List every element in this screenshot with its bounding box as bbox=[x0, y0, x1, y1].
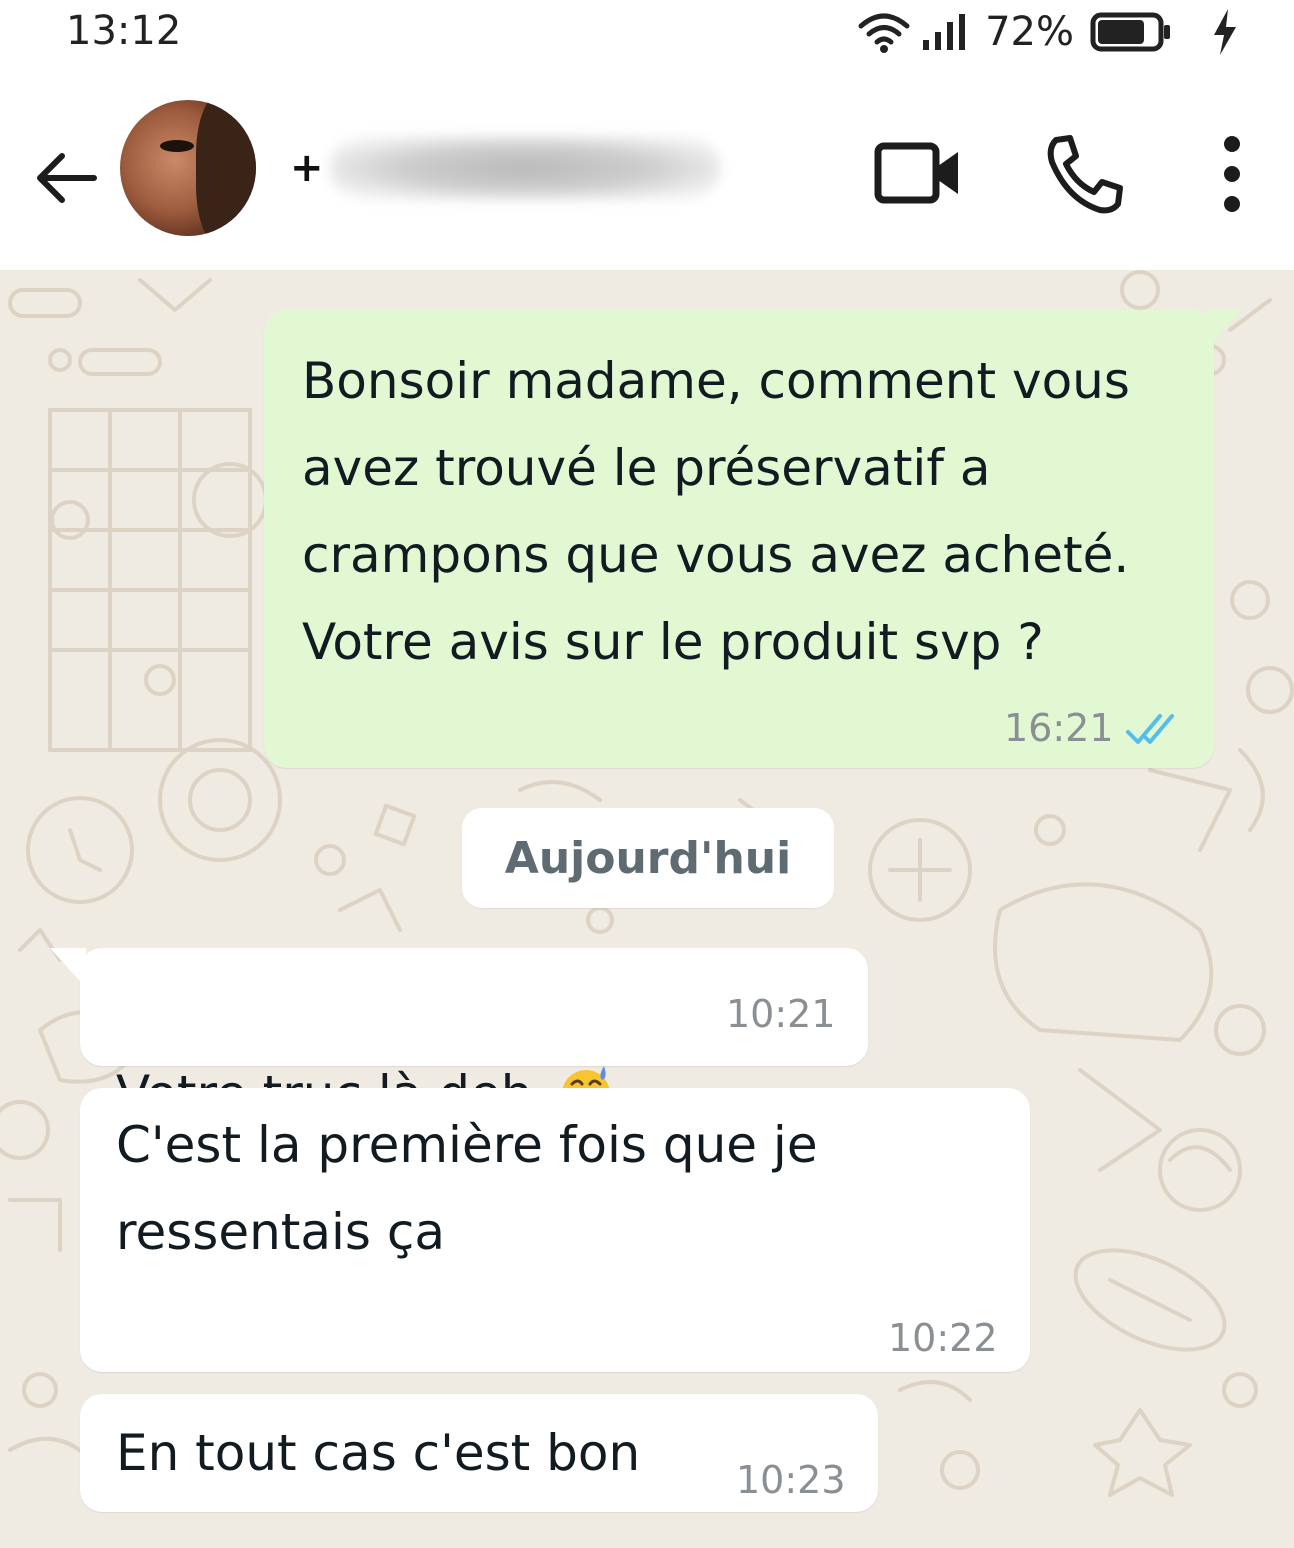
chat-area[interactable]: Bonsoir madame, comment vous avez trouvé… bbox=[0, 270, 1294, 1548]
message-time: 10:23 bbox=[736, 1458, 846, 1502]
incoming-message[interactable]: C'est la première fois que je ressentais… bbox=[80, 1088, 1030, 1372]
double-check-read-icon bbox=[1126, 714, 1174, 744]
charging-icon bbox=[1214, 9, 1236, 55]
date-separator: Aujourd'hui bbox=[462, 808, 834, 908]
more-vert-icon[interactable] bbox=[1214, 130, 1250, 218]
message-text: C'est la première fois que je ressentais… bbox=[116, 1116, 818, 1261]
signal-icon bbox=[923, 14, 966, 50]
outgoing-bubble-tail bbox=[1206, 310, 1242, 350]
contact-prefix: + bbox=[290, 145, 324, 191]
status-time: 13:12 bbox=[66, 8, 182, 54]
chat-header: + bbox=[0, 80, 1294, 270]
status-indicators: 72% bbox=[857, 6, 1242, 58]
message-time: 16:21 bbox=[1004, 706, 1114, 750]
avatar[interactable] bbox=[120, 100, 256, 236]
message-text: En tout cas c'est bon bbox=[116, 1424, 641, 1482]
message-time: 10:21 bbox=[726, 992, 836, 1036]
phone-call-icon[interactable] bbox=[1042, 132, 1126, 216]
battery-percent: 72% bbox=[985, 9, 1074, 55]
incoming-message[interactable]: Votre truc là deh 10:21 bbox=[80, 948, 868, 1123]
outgoing-message[interactable]: Bonsoir madame, comment vous avez trouvé… bbox=[264, 310, 1214, 768]
redacted-phone-number bbox=[329, 136, 720, 200]
message-time: 10:22 bbox=[888, 1316, 998, 1360]
incoming-message[interactable]: En tout cas c'est bon 10:23 bbox=[80, 1394, 878, 1512]
battery-icon bbox=[1090, 12, 1170, 52]
video-call-icon[interactable] bbox=[872, 138, 964, 208]
message-text: Bonsoir madame, comment vous avez trouvé… bbox=[302, 352, 1130, 671]
back-arrow-icon[interactable] bbox=[28, 142, 100, 214]
status-bar: 13:12 72% bbox=[0, 0, 1294, 80]
contact-name[interactable]: + bbox=[290, 136, 720, 200]
wifi-icon bbox=[858, 13, 910, 53]
